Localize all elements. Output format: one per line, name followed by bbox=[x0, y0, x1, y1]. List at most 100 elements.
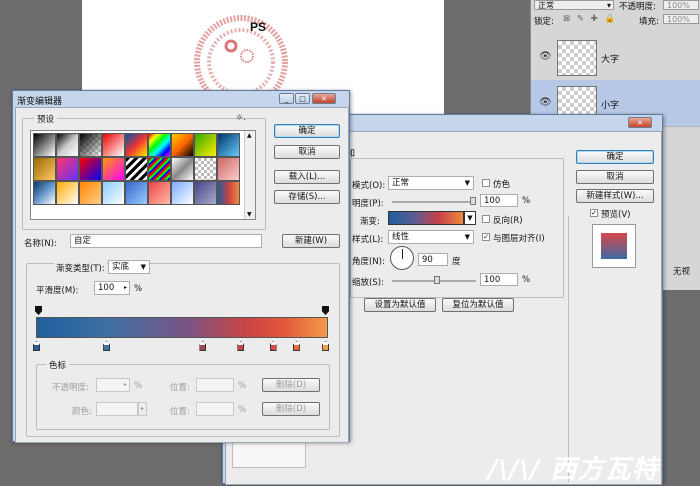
preset-swatch[interactable] bbox=[125, 133, 148, 157]
preset-swatch[interactable] bbox=[148, 157, 171, 181]
delete-color-stop-button: 删除(D) bbox=[262, 402, 320, 416]
preset-swatch[interactable] bbox=[194, 181, 217, 205]
dither-checkbox[interactable] bbox=[482, 179, 490, 187]
close-icon[interactable]: ✕ bbox=[628, 117, 652, 128]
color-stop[interactable] bbox=[237, 341, 245, 351]
angle-field[interactable]: 90 bbox=[418, 253, 448, 266]
load-button[interactable]: 载入(L)... bbox=[274, 170, 340, 184]
chevron-down-icon[interactable]: ▼ bbox=[464, 211, 476, 225]
close-icon[interactable]: ✕ bbox=[312, 93, 336, 104]
preset-swatch[interactable] bbox=[217, 157, 240, 181]
eye-icon[interactable]: 👁 bbox=[539, 51, 552, 62]
set-default-button[interactable]: 设置为默认值 bbox=[364, 298, 436, 312]
preset-swatch[interactable] bbox=[79, 157, 102, 181]
type-value: 实底 bbox=[112, 262, 130, 272]
cancel-button[interactable]: 取消 bbox=[576, 170, 654, 184]
presets-label: 预设 bbox=[34, 113, 58, 125]
eye-icon[interactable]: 👁 bbox=[539, 97, 552, 108]
minimize-icon[interactable]: _ bbox=[279, 93, 294, 104]
preset-swatch[interactable] bbox=[148, 181, 171, 205]
preset-swatch[interactable] bbox=[217, 133, 240, 157]
canvas-ps-text: PS bbox=[250, 20, 267, 34]
preset-swatch[interactable] bbox=[33, 181, 56, 205]
save-button[interactable]: 存储(S)... bbox=[274, 190, 340, 204]
preset-swatch[interactable] bbox=[171, 181, 194, 205]
scale-slider-handle[interactable] bbox=[434, 276, 440, 284]
opacity-field[interactable]: 100% bbox=[663, 0, 699, 10]
cancel-button[interactable]: 取消 bbox=[274, 145, 340, 159]
new-gradient-button[interactable]: 新建(W) bbox=[282, 234, 340, 248]
color-stop-track[interactable] bbox=[33, 341, 330, 353]
preset-swatch[interactable] bbox=[171, 133, 194, 157]
blend-mode-select[interactable]: 正常 ▾ bbox=[534, 0, 614, 10]
name-label: 名称(N): bbox=[24, 239, 57, 249]
preset-swatch[interactable] bbox=[33, 157, 56, 181]
preset-swatch[interactable] bbox=[102, 181, 125, 205]
preset-swatch[interactable] bbox=[148, 133, 171, 157]
color-stop[interactable] bbox=[269, 341, 277, 351]
lock-label: 锁定: bbox=[534, 17, 554, 27]
reverse-checkbox[interactable] bbox=[482, 215, 490, 223]
scale-unit: % bbox=[522, 275, 531, 285]
preset-swatch[interactable] bbox=[56, 157, 79, 181]
maximize-icon[interactable]: □ bbox=[295, 93, 310, 104]
preset-swatches[interactable]: ▲ ▼ bbox=[30, 130, 256, 220]
chevron-right-icon[interactable]: ▸ bbox=[124, 282, 127, 294]
preset-swatch[interactable] bbox=[194, 133, 217, 157]
lock-icons[interactable]: ⊠ ✎ ✚ 🔒 bbox=[563, 14, 617, 24]
angle-dial[interactable] bbox=[390, 246, 414, 270]
style-select[interactable]: 线性 ▼ bbox=[388, 230, 474, 244]
opacity-field[interactable]: 100 bbox=[480, 194, 518, 207]
chevron-down-icon: ▼ bbox=[140, 263, 146, 271]
chevron-down-icon: ▼ bbox=[464, 233, 470, 241]
gradient-swatch[interactable] bbox=[388, 211, 464, 225]
gear-icon[interactable]: ☼. bbox=[236, 113, 246, 122]
opacity-slider-handle[interactable] bbox=[470, 197, 476, 205]
preset-swatch[interactable] bbox=[102, 157, 125, 181]
layer-row-big-text[interactable]: 👁 大字 bbox=[531, 34, 700, 81]
chevron-right-icon: ▸ bbox=[123, 381, 127, 388]
delete-opacity-stop-button: 删除(D) bbox=[262, 378, 320, 392]
preset-swatch[interactable] bbox=[217, 181, 240, 205]
preset-swatch[interactable] bbox=[125, 157, 148, 181]
ok-button[interactable]: 确定 bbox=[274, 124, 340, 138]
preset-swatch[interactable] bbox=[79, 133, 102, 157]
preset-swatch[interactable] bbox=[56, 181, 79, 205]
preset-scrollbar[interactable]: ▲ ▼ bbox=[244, 131, 255, 219]
smooth-value: 100 bbox=[98, 283, 115, 293]
blend-mode-select[interactable]: 正常 ▼ bbox=[388, 176, 474, 190]
preset-swatch[interactable] bbox=[79, 181, 102, 205]
fill-field[interactable]: 100% bbox=[663, 14, 699, 24]
preset-swatch[interactable] bbox=[33, 133, 56, 157]
ok-button[interactable]: 确定 bbox=[576, 150, 654, 164]
preset-swatch[interactable] bbox=[125, 181, 148, 205]
smooth-field[interactable]: 100 ▸ bbox=[94, 281, 130, 295]
name-field[interactable]: 自定 bbox=[70, 234, 262, 248]
style-value: 线性 bbox=[392, 232, 410, 242]
stop-opacity-label: 不透明度: bbox=[52, 383, 89, 393]
type-select[interactable]: 实底 ▼ bbox=[108, 260, 150, 274]
stop-opacity-location-field bbox=[196, 378, 234, 392]
preview-checkbox[interactable]: ✓ bbox=[590, 209, 598, 217]
align-label: 与图层对齐(I) bbox=[493, 234, 545, 244]
color-stop[interactable] bbox=[103, 341, 111, 351]
new-style-button[interactable]: 新建样式(W)... bbox=[576, 189, 654, 203]
preset-swatch[interactable] bbox=[171, 157, 194, 181]
angle-dial-needle bbox=[402, 249, 403, 259]
preset-swatch[interactable] bbox=[102, 133, 125, 157]
color-stop[interactable] bbox=[199, 341, 207, 351]
preset-swatch[interactable] bbox=[194, 157, 217, 181]
gradient-preview-bar[interactable] bbox=[36, 317, 328, 338]
preset-swatch[interactable] bbox=[56, 133, 79, 157]
align-checkbox[interactable]: ✓ bbox=[482, 233, 490, 241]
dither-label: 仿色 bbox=[493, 180, 511, 190]
chevron-down-icon[interactable]: ▼ bbox=[247, 211, 252, 218]
scale-field[interactable]: 100 bbox=[480, 273, 518, 286]
chevron-up-icon[interactable]: ▲ bbox=[247, 132, 252, 139]
reverse-label: 反向(R) bbox=[493, 216, 523, 226]
opacity-slider[interactable] bbox=[392, 201, 476, 203]
swatch-grid[interactable] bbox=[33, 133, 241, 215]
color-stop[interactable] bbox=[292, 341, 300, 351]
watermark-logo: /\/\/ 西方瓦特 bbox=[488, 455, 659, 485]
reset-default-button[interactable]: 复位为默认值 bbox=[442, 298, 514, 312]
